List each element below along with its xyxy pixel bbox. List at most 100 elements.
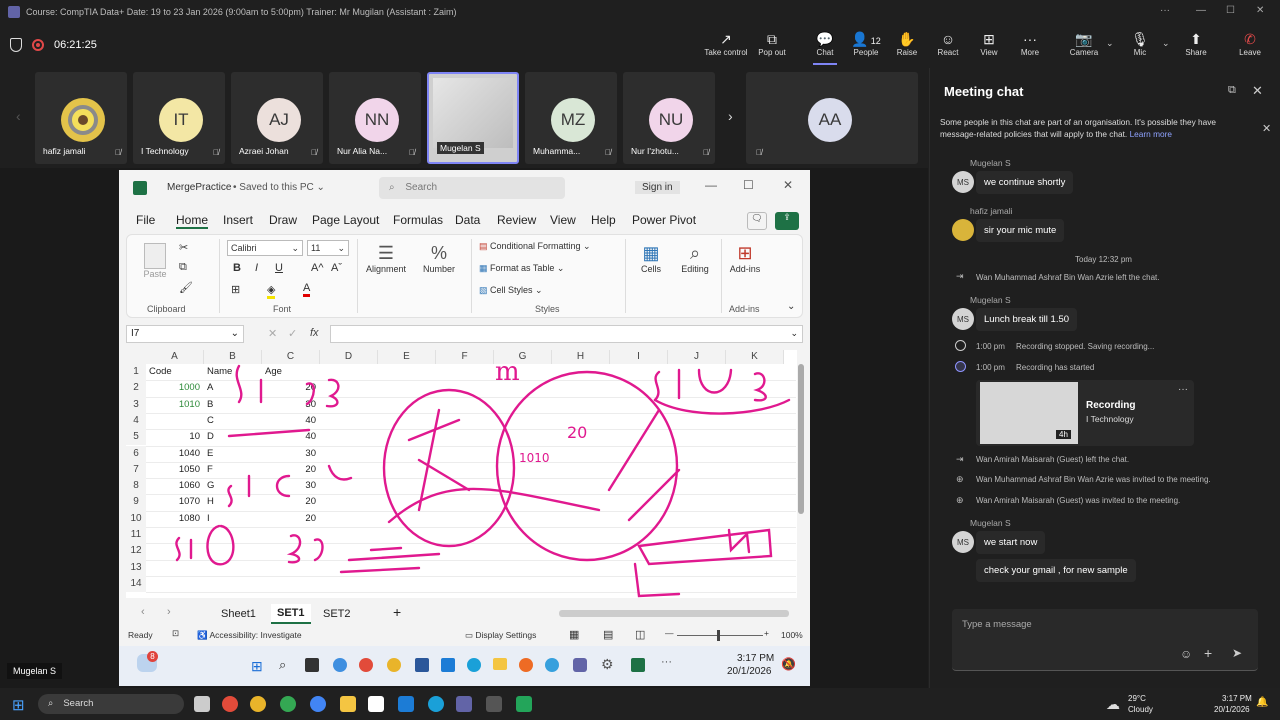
app-icon[interactable] xyxy=(305,658,319,672)
participant-tile[interactable]: MZ Muhamma... 🎙̸ xyxy=(525,72,617,164)
firefox-icon[interactable] xyxy=(519,658,533,672)
app-icon[interactable] xyxy=(486,696,502,712)
editing-button[interactable]: ⌕ Editing xyxy=(675,243,715,274)
tab-draw[interactable]: Draw xyxy=(269,213,297,227)
sheet-tab[interactable]: SET2 xyxy=(323,608,351,620)
participant-tile[interactable]: NN Nur Alia Na... 🎙̸ xyxy=(329,72,421,164)
camera-options-chevron-icon[interactable]: ⌄ xyxy=(1106,38,1114,49)
format-as-table-button[interactable]: ▦ Format as Table ⌄ xyxy=(479,263,564,274)
chrome-icon[interactable] xyxy=(280,696,296,712)
gallery-prev-icon[interactable]: ‹ xyxy=(16,108,21,124)
bold-button[interactable]: B xyxy=(233,262,241,274)
conditional-formatting-button[interactable]: ▤ Conditional Formatting ⌄ xyxy=(479,241,591,252)
formula-input[interactable]: ⌄ xyxy=(330,325,803,343)
insert-function-button[interactable]: fx xyxy=(310,327,319,339)
emoji-icon[interactable]: ☺ xyxy=(1180,647,1192,661)
sheet-tab-active[interactable]: SET1 xyxy=(271,604,311,624)
collapse-ribbon-chevron-icon[interactable]: ⌄ xyxy=(787,301,795,312)
taskbar-search[interactable]: ⌕ Search xyxy=(38,694,184,714)
camera-button[interactable]: 📷 Camera xyxy=(1060,30,1108,57)
excel-taskbar-icon[interactable] xyxy=(631,658,645,672)
participant-tile[interactable]: hafiz jamali 🎙̸ xyxy=(35,72,127,164)
settings-icon[interactable]: ⚙ xyxy=(601,656,614,673)
app-icon[interactable] xyxy=(545,658,559,672)
prev-sheet-icon[interactable]: ‹ xyxy=(141,606,145,618)
leave-button[interactable]: ✆ Leave xyxy=(1226,30,1274,57)
enter-icon[interactable]: ✓ xyxy=(288,327,297,340)
close-window-button[interactable]: ✕ xyxy=(1256,5,1264,16)
more-options-button[interactable]: ··· xyxy=(1160,5,1170,16)
minimize-button[interactable]: — xyxy=(1196,5,1206,16)
app-icon[interactable] xyxy=(441,658,455,672)
tab-power-pivot[interactable]: Power Pivot xyxy=(632,213,696,227)
save-status[interactable]: • Saved to this PC ⌄ xyxy=(233,182,325,193)
start-icon[interactable]: ⊞ xyxy=(251,658,263,675)
search-icon[interactable]: ⌕ xyxy=(279,657,286,673)
cells-button[interactable]: ▦ Cells xyxy=(631,243,671,274)
zoom-in-icon[interactable]: + xyxy=(764,628,769,638)
alignment-button[interactable]: ☰ Alignment xyxy=(361,243,411,274)
message-input[interactable]: Type a message xyxy=(962,619,1032,630)
recording-more-button[interactable]: ··· xyxy=(1178,384,1188,395)
chrome-icon[interactable] xyxy=(359,658,373,672)
pop-out-button[interactable]: ⧉ Pop out xyxy=(748,30,796,57)
sheet-tab[interactable]: Sheet1 xyxy=(221,608,256,620)
cut-icon[interactable]: ✂ xyxy=(179,241,188,254)
add-attachment-icon[interactable]: + xyxy=(1204,645,1212,661)
tab-insert[interactable]: Insert xyxy=(223,213,253,227)
chrome-icon[interactable] xyxy=(250,696,266,712)
borders-icon[interactable]: ⊞ xyxy=(231,283,240,296)
edge-icon[interactable] xyxy=(428,696,444,712)
overflow-icon[interactable]: ··· xyxy=(661,656,672,668)
excel-maximize-button[interactable]: ☐ xyxy=(743,178,754,192)
gallery-next-icon[interactable]: › xyxy=(728,108,733,124)
participant-tile[interactable]: AA 🎙̸ xyxy=(746,72,918,164)
app-icon[interactable] xyxy=(516,696,532,712)
tab-page-layout[interactable]: Page Layout xyxy=(312,213,379,227)
folder-icon[interactable] xyxy=(340,696,356,712)
teams-icon[interactable] xyxy=(573,658,587,672)
recording-card[interactable]: 4h Recording I Technology ··· xyxy=(976,380,1194,446)
close-notice-icon[interactable]: ✕ xyxy=(1262,122,1271,135)
app-icon[interactable] xyxy=(398,696,414,712)
shrink-font-icon[interactable]: Aˇ xyxy=(331,262,342,274)
tab-data[interactable]: Data xyxy=(455,213,480,227)
fill-color-icon[interactable]: ◈ xyxy=(267,283,276,299)
share-workbook-button[interactable]: ⇪ xyxy=(775,212,799,230)
close-chat-icon[interactable]: ✕ xyxy=(1252,83,1263,99)
app-icon[interactable] xyxy=(368,696,384,712)
horizontal-scrollbar[interactable] xyxy=(559,610,789,617)
participant-tile[interactable]: IT I Technology 🎙̸ xyxy=(133,72,225,164)
normal-view-icon[interactable]: ▦ xyxy=(569,628,579,641)
excel-search-box[interactable]: ⌕ Search xyxy=(379,177,565,199)
more-button[interactable]: ··· More xyxy=(1006,30,1054,57)
tab-review[interactable]: Review xyxy=(497,213,536,227)
notifications-icon[interactable]: 🔕 xyxy=(781,657,796,671)
italic-button[interactable]: I xyxy=(255,262,258,274)
chrome-icon[interactable] xyxy=(310,696,326,712)
tab-view[interactable]: View xyxy=(550,213,576,227)
comments-button[interactable]: 🗨 xyxy=(747,212,767,230)
start-icon[interactable]: ⊞ xyxy=(12,696,25,714)
display-settings-button[interactable]: ▭ Display Settings xyxy=(465,630,536,641)
font-name-select[interactable]: Calibri ⌄ xyxy=(227,240,303,256)
tab-file[interactable]: File xyxy=(136,213,155,227)
macro-recording-icon[interactable]: ⊡ xyxy=(172,628,179,639)
format-painter-icon[interactable]: 🖌 xyxy=(179,281,193,294)
folder-icon[interactable] xyxy=(493,658,507,670)
notification-bell-icon[interactable]: 🔔 xyxy=(1256,697,1268,708)
tab-formulas[interactable]: Formulas xyxy=(393,213,443,227)
word-icon[interactable] xyxy=(415,658,429,672)
excel-close-button[interactable]: ✕ xyxy=(783,178,793,192)
paste-button[interactable]: Paste xyxy=(141,243,169,279)
zoom-level[interactable]: 100% xyxy=(781,630,803,640)
font-color-icon[interactable]: A xyxy=(303,282,311,297)
copy-icon[interactable]: ⧉ xyxy=(179,261,187,274)
edge-icon[interactable] xyxy=(467,658,481,672)
pop-out-chat-icon[interactable]: ⧉ xyxy=(1228,84,1236,97)
send-icon[interactable]: ➤ xyxy=(1232,646,1242,660)
mic-button[interactable]: 🎙 Mic xyxy=(1116,30,1164,57)
sign-in-button[interactable]: Sign in xyxy=(635,181,680,194)
tab-help[interactable]: Help xyxy=(591,213,616,227)
participant-tile-active[interactable]: Mugelan S xyxy=(427,72,519,164)
